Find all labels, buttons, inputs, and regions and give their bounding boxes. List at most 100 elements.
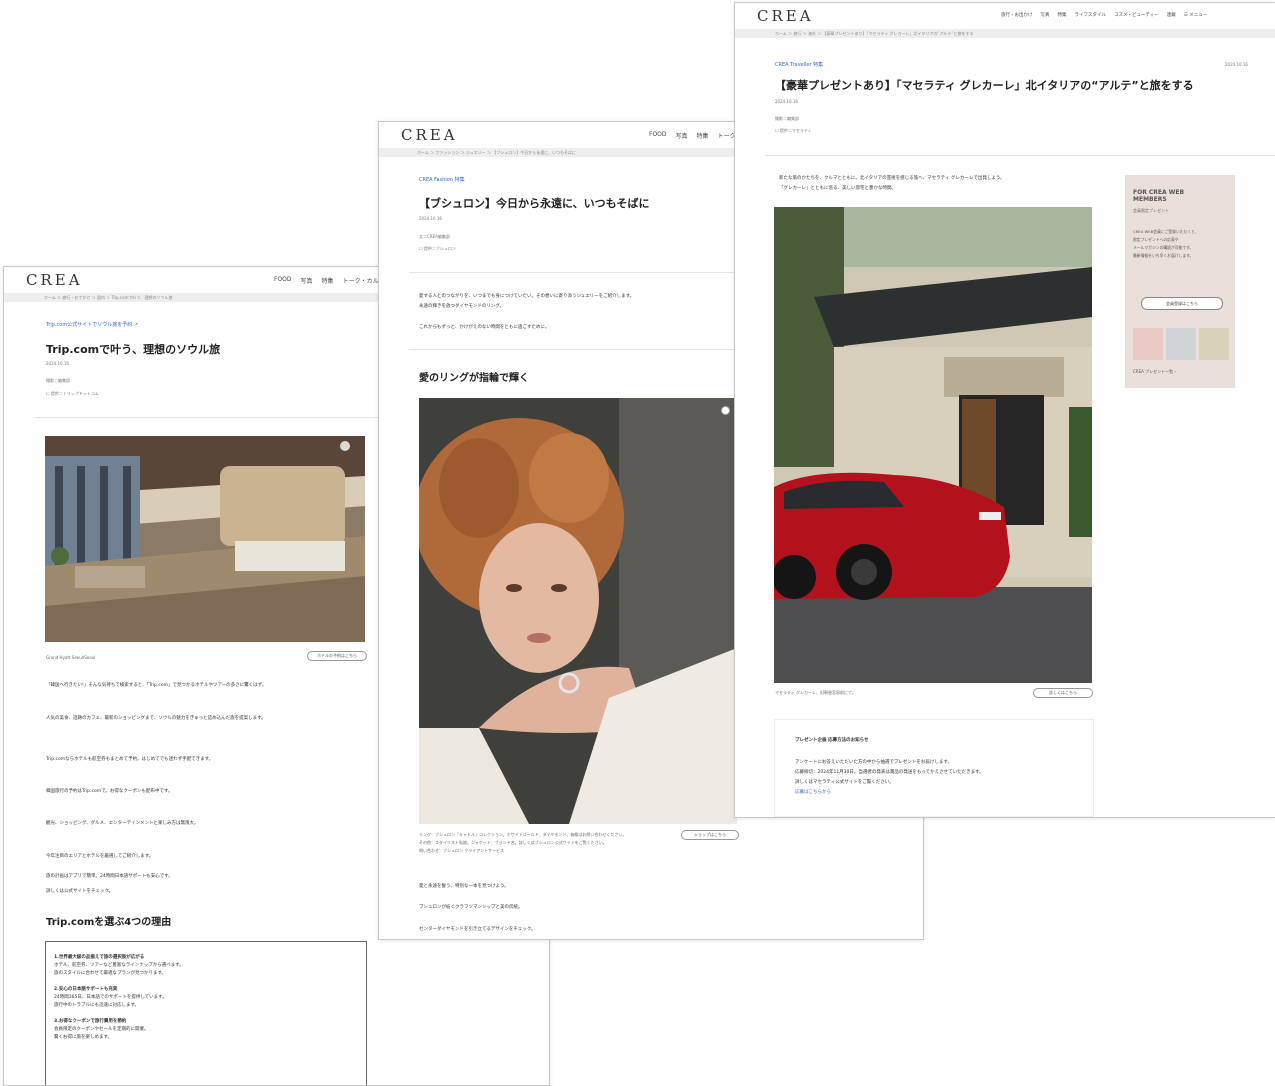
reason-text: 賢くお得に旅を楽しめます。 xyxy=(54,1035,113,1040)
portrait-photo xyxy=(419,398,737,824)
reason-title: 1.世界最大級の品揃えで旅の選択肢が広がる xyxy=(54,955,145,960)
nav-item[interactable]: 特集 xyxy=(322,276,334,285)
sidebar-footer-link[interactable]: CREA プレゼント一覧 › xyxy=(1133,369,1176,375)
nav-item[interactable]: ライフスタイル xyxy=(1075,12,1107,18)
body-paragraph: 旅の計画はアプリで簡単。24時間日本語サポートも安心です。 xyxy=(46,874,173,879)
article-date: 2024.10.16 xyxy=(46,361,69,366)
member-register-button[interactable]: 会員登録はこちら xyxy=(1141,297,1223,310)
site-header: CREA 旅行・お出かけ 写真 特集 ライフスタイル コスメ・ビューティー 連載… xyxy=(735,3,1275,29)
bookmark-icon[interactable]: ☐ xyxy=(46,391,50,396)
reason-text: 旅行中のトラブルにも迅速に対応します。 xyxy=(54,1003,140,1008)
bookmark-icon[interactable]: ☐ xyxy=(775,128,779,133)
photo-caption: マセラティ グレカーレ、旧朝香宮邸前にて。 xyxy=(775,690,856,695)
thumbnail[interactable] xyxy=(1199,328,1229,360)
article-page-maserati: CREA 旅行・お出かけ 写真 特集 ライフスタイル コスメ・ビューティー 連載… xyxy=(734,2,1275,818)
shop-button[interactable]: ショップはこちら xyxy=(681,830,739,840)
nav-item[interactable]: 写真 xyxy=(676,131,688,140)
section-subheading: 愛のリングが指輪で輝く xyxy=(419,373,529,384)
present-box: プレゼント企画 応募方法のお知らせ アンケートにお答えいただいた方の中から抽選で… xyxy=(774,719,1094,817)
maserati-car-photo xyxy=(774,207,1092,683)
body-paragraph: 韓国旅行の予約はTrip.comで。お得なクーポンも配布中です。 xyxy=(46,789,173,794)
reason-text: ホテル、航空券、ツアーなど豊富なラインナップから選べます。 xyxy=(54,963,184,968)
details-button[interactable]: 詳しくはこちら xyxy=(1033,688,1093,698)
thumbnail[interactable] xyxy=(1133,328,1163,360)
article-credit: ☐ 提供＝トリップドットコム xyxy=(46,391,99,396)
present-thumbnails[interactable] xyxy=(1133,328,1229,360)
chevron-right-icon: › xyxy=(1174,369,1176,374)
body-paragraph: ブシュロンが紡ぐクラフツマンシップと美の伝統。 xyxy=(419,905,523,910)
intro-paragraph: 「グレカーレ」とともに巡る、美しい邸宅と豊かな時間。 xyxy=(779,186,896,191)
hotel-lobby-photo xyxy=(45,436,365,642)
date-top: 2024.10.16 xyxy=(1225,62,1248,67)
site-logo[interactable]: CREA xyxy=(26,271,83,289)
hotel-booking-button[interactable]: ホテルの予約はこちら xyxy=(307,651,367,661)
section-label[interactable]: CREA Traveller 特集 xyxy=(775,61,823,68)
article-author: 撮影＝編集部 xyxy=(775,116,799,121)
sidebar-text: メールマガジンの購読が可能です。 xyxy=(1133,245,1194,250)
article-credit: ☐ 提供＝マセラティ xyxy=(775,128,812,133)
nav-item[interactable]: FOOD xyxy=(649,131,667,140)
reason-text: 24時間365日、日本語でのサポートを提供しています。 xyxy=(54,995,167,1000)
body-paragraph: 観光、ショッピング、グルメ、エンターテインメントと楽しみ方は無限大。 xyxy=(46,821,199,826)
nav-item[interactable]: 旅行・お出かけ xyxy=(1001,12,1033,18)
article-author: 撮影＝編集部 xyxy=(46,378,70,383)
nav-item[interactable]: 特集 xyxy=(697,131,709,140)
article-author: 文＝CREA編集部 xyxy=(419,234,450,239)
nav-item[interactable]: 写真 xyxy=(1041,12,1050,18)
intro-paragraph: 愛する人とのつながりを、いつまでも身につけていたい。その想いに寄り添うジュエリー… xyxy=(419,294,635,299)
article-title: Trip.comで叶う、理想のソウル旅 xyxy=(46,343,221,356)
present-link[interactable]: 応募はこちらから xyxy=(795,788,831,797)
sidebar-title: FOR CREA WEB xyxy=(1133,189,1185,196)
body-paragraph: センターダイヤモンドを引き立てるデザインをチェック。 xyxy=(419,927,536,932)
header-nav: 旅行・お出かけ 写真 特集 ライフスタイル コスメ・ビューティー 連載 ☰ メニ… xyxy=(1001,12,1207,18)
sidebar-subtitle: 会員限定プレゼント xyxy=(1133,208,1169,213)
reasons-box: 1.世界最大級の品揃えで旅の選択肢が広がる ホテル、航空券、ツアーなど豊富なライ… xyxy=(45,941,367,1085)
present-heading: プレゼント企画 応募方法のお知らせ xyxy=(795,738,869,743)
site-logo[interactable]: CREA xyxy=(757,7,814,25)
sidebar-text: 限定プレゼントへの応募や xyxy=(1133,237,1179,242)
breadcrumb-link[interactable]: ホーム ＞ 旅行・おでかけ ＞ 国内 ＞ Trip.comで叶う、理想のソウル旅 xyxy=(44,295,172,300)
breadcrumb-link[interactable]: ホーム ＞ ファッション ＞ ジュエリー ＞ 【ブシュロン】今日から永遠に、いつ… xyxy=(417,150,576,155)
header-nav: FOOD 写真 特集 トーク・カル xyxy=(274,276,378,285)
reasons-heading: Trip.comを選ぶ4つの理由 xyxy=(46,917,172,928)
photo-caption: 問い合わせ：ブシュロン クライアントサービス xyxy=(419,848,505,853)
nav-item[interactable]: FOOD xyxy=(274,276,292,285)
nav-item[interactable]: 特集 xyxy=(1058,12,1067,18)
nav-item[interactable]: トーク・カル xyxy=(343,276,379,285)
present-text: 詳しくはマセラティ公式サイトをご覧ください。 xyxy=(795,780,894,785)
members-sidebar: FOR CREA WEB MEMBERS 会員限定プレゼント CREA WEB会… xyxy=(1125,175,1235,388)
article-date: 2024.10.16 xyxy=(775,99,798,104)
nav-item[interactable]: コスメ・ビューティー xyxy=(1114,12,1159,18)
sidebar-text: 最新情報をいち早くお届けします。 xyxy=(1133,253,1194,258)
breadcrumb: ホーム ＞ 旅行 ＞ 海外 ＞ 【豪華プレゼントあり】「マセラティ グレカーレ」… xyxy=(735,29,1275,38)
external-link-icon: ↗ xyxy=(133,322,139,328)
intro-paragraph: 永遠の輝きを放つダイヤモンドのリング。 xyxy=(419,304,505,309)
reason-title: 3.お得なクーポンで旅行費用を節約 xyxy=(54,1019,127,1024)
body-paragraph: 愛と永遠を誓う、特別な一本を見つけよう。 xyxy=(419,884,509,889)
article-title: 【豪華プレゼントあり】「マセラティ グレカーレ」北イタリアの“アルテ”と旅をする xyxy=(775,79,1194,92)
present-text: アンケートにお答えいただいた方の中から抽選でプレゼントをお届けします。 xyxy=(795,760,952,765)
section-label[interactable]: CREA Fashion 特集 xyxy=(419,176,465,183)
section-label[interactable]: Trip.com公式サイトでソウル旅を予約 ↗ xyxy=(46,321,138,328)
nav-item[interactable]: 連載 xyxy=(1167,12,1176,18)
body-paragraph: 「韓国へ行きたい!」そんな気持ちで検索すると、「Trip.com」で見つかるホテ… xyxy=(46,683,267,688)
photo-caption: リング：ブシュロン「キャトル」コレクション。ホワイトゴールド、ダイヤモンド。価格… xyxy=(419,832,627,837)
article-title: 【ブシュロン】今日から永遠に、いつもそばに xyxy=(419,197,650,210)
bookmark-icon[interactable]: ☐ xyxy=(419,246,423,251)
divider xyxy=(765,155,1275,156)
nav-item[interactable]: 写真 xyxy=(301,276,313,285)
body-paragraph: Trip.comならホテルも航空券もまとめて予約。はじめてでも迷わず手配できます… xyxy=(46,757,214,762)
article-date: 2024.10.16 xyxy=(419,216,442,221)
body-paragraph: 今年注目のエリアとホテルを厳選してご紹介します。 xyxy=(46,854,154,859)
reason-text: 旅のスタイルに合わせて最適なプランが見つかります。 xyxy=(54,971,167,976)
breadcrumb-link[interactable]: ホーム ＞ 旅行 ＞ 海外 ＞ 【豪華プレゼントあり】「マセラティ グレカーレ」… xyxy=(775,31,973,36)
body-paragraph: 詳しくは公式サイトをチェック。 xyxy=(46,889,114,894)
zoom-icon[interactable] xyxy=(721,406,730,415)
menu-icon[interactable]: ☰ メニュー xyxy=(1184,12,1207,18)
nav-item[interactable]: トーク xyxy=(718,131,736,140)
site-logo[interactable]: CREA xyxy=(401,126,458,144)
header-nav: FOOD 写真 特集 トーク xyxy=(649,131,736,140)
reason-title: 2.安心の日本語サポートも充実 xyxy=(54,987,118,992)
thumbnail[interactable] xyxy=(1166,328,1196,360)
article-credit: ☐ 提供＝ブシュロン xyxy=(419,246,456,251)
